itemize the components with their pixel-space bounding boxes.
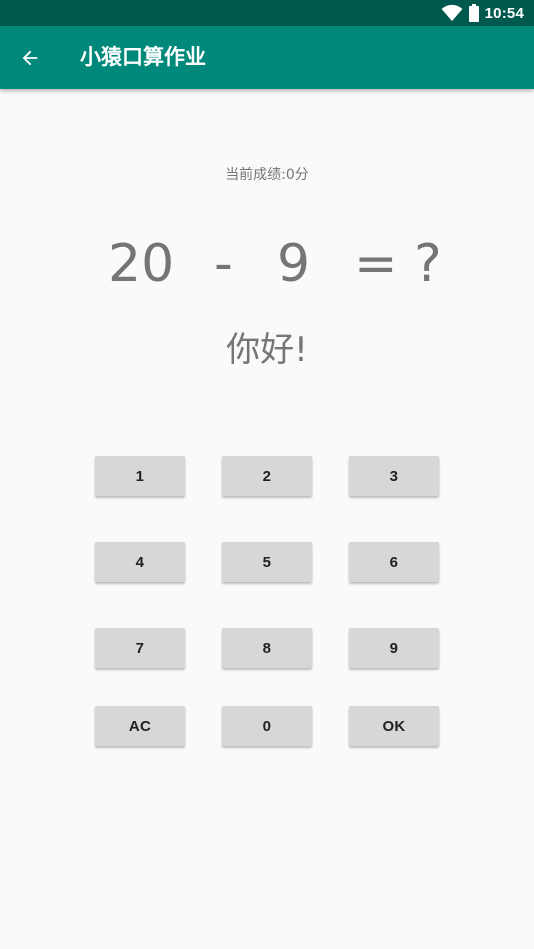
status-icons: 10:54 — [441, 0, 524, 26]
arrow-back-icon — [22, 50, 38, 66]
battery-icon — [468, 4, 479, 22]
operator: - — [214, 234, 233, 294]
app-bar: 小猿口算作业 — [0, 26, 534, 89]
right-operand: 9 — [277, 234, 311, 294]
wifi-icon — [441, 4, 462, 22]
key-8-button[interactable]: 8 — [222, 628, 312, 668]
equals-question: = ? — [354, 234, 442, 294]
page-title: 小猿口算作业 — [80, 45, 206, 69]
greeting-message: 你好! — [226, 330, 308, 370]
back-button[interactable] — [14, 42, 46, 74]
left-operand: 20 — [108, 234, 175, 294]
key-1-button[interactable]: 1 — [95, 456, 185, 496]
clear-button[interactable]: AC — [95, 706, 185, 746]
ok-button[interactable]: OK — [349, 706, 439, 746]
score-label: 当前成绩:0分 — [225, 167, 309, 183]
key-3-button[interactable]: 3 — [349, 456, 439, 496]
key-0-button[interactable]: 0 — [222, 706, 312, 746]
key-2-button[interactable]: 2 — [222, 456, 312, 496]
key-6-button[interactable]: 6 — [349, 542, 439, 582]
key-5-button[interactable]: 5 — [222, 542, 312, 582]
key-4-button[interactable]: 4 — [95, 542, 185, 582]
key-9-button[interactable]: 9 — [349, 628, 439, 668]
key-7-button[interactable]: 7 — [95, 628, 185, 668]
status-bar: 10:54 — [0, 0, 534, 26]
status-clock: 10:54 — [484, 4, 524, 22]
